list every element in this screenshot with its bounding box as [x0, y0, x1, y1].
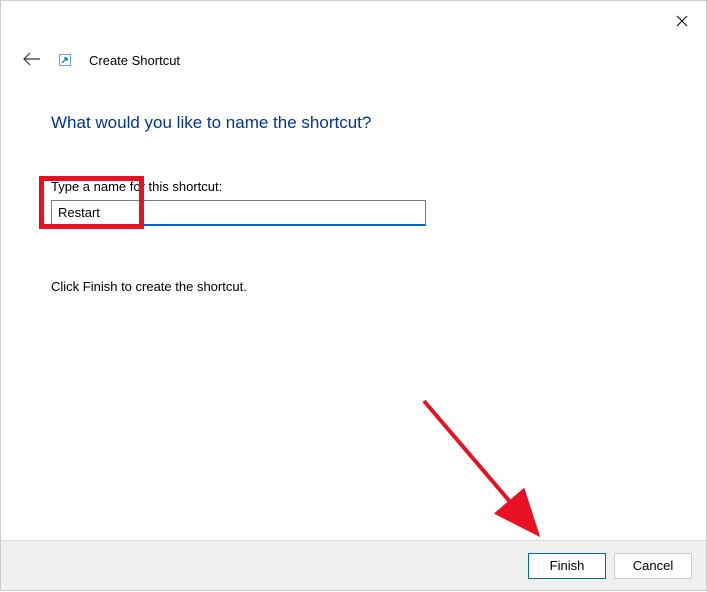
wizard-footer: Finish Cancel [1, 540, 706, 590]
wizard-title: Create Shortcut [89, 53, 180, 68]
page-heading: What would you like to name the shortcut… [51, 113, 656, 133]
input-label: Type a name for this shortcut: [51, 179, 656, 194]
wizard-content: What would you like to name the shortcut… [51, 113, 656, 294]
close-button[interactable] [670, 9, 694, 33]
shortcut-icon [59, 54, 71, 66]
back-arrow-icon[interactable] [23, 51, 41, 69]
shortcut-name-input[interactable] [51, 200, 426, 226]
cancel-button[interactable]: Cancel [614, 553, 692, 579]
finish-button[interactable]: Finish [528, 553, 606, 579]
help-text: Click Finish to create the shortcut. [51, 279, 656, 294]
annotation-arrow [1, 1, 707, 592]
wizard-header: Create Shortcut [23, 51, 180, 69]
